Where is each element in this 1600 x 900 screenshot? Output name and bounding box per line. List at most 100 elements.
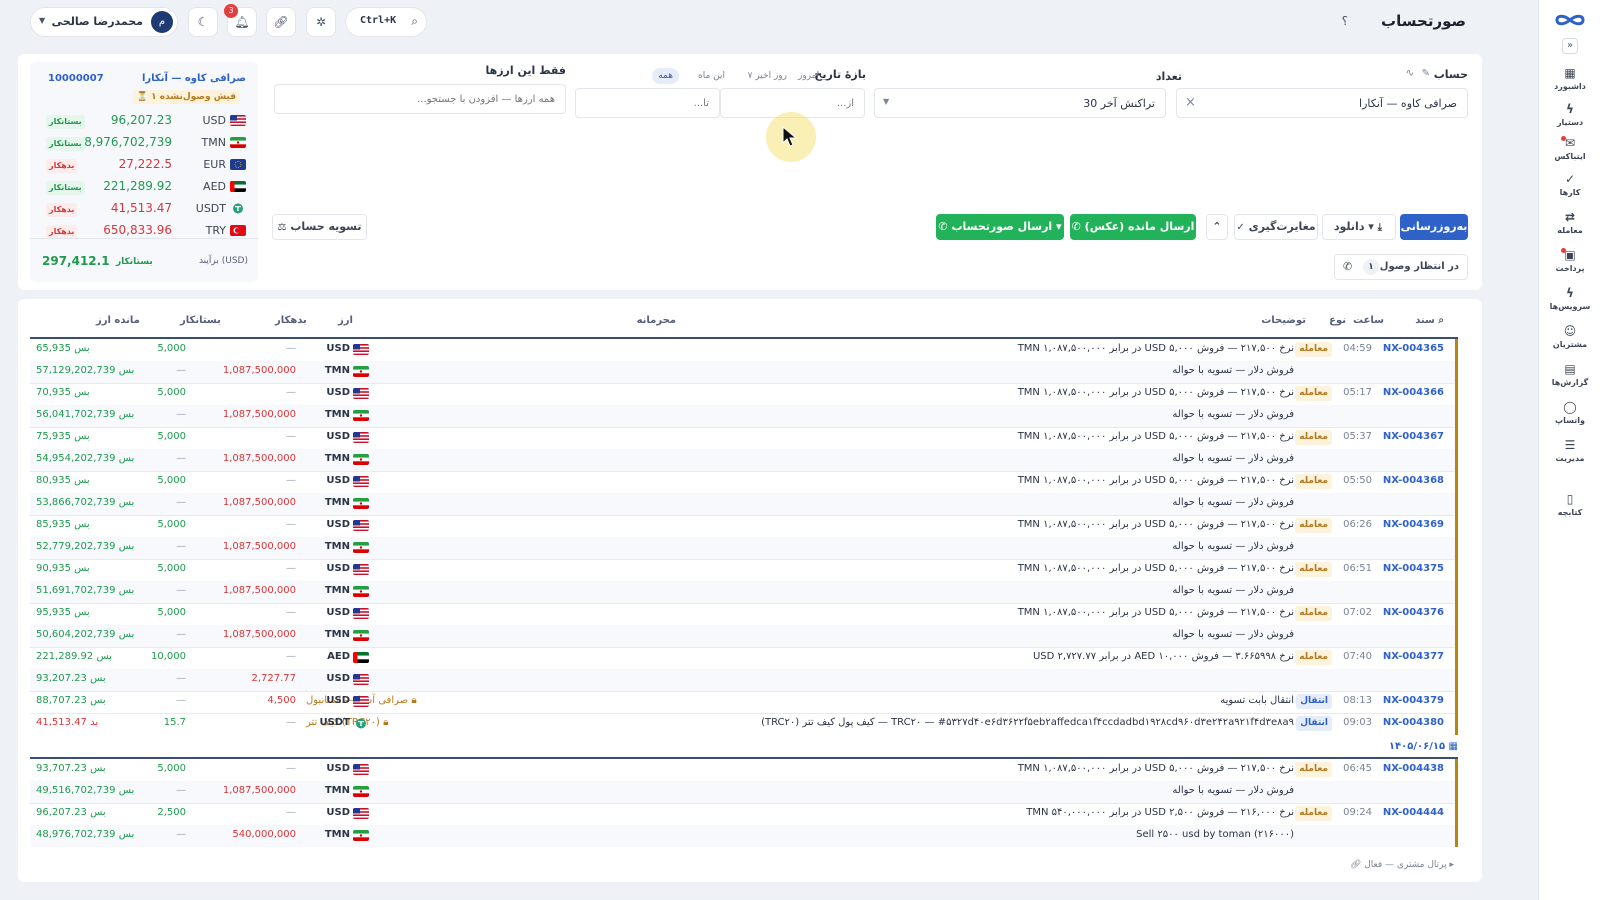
table-row[interactable]: NX-004376 07:02 معامله نرخ ۲۱۷,۵۰۰ — فروش ۵… [30,603,1458,625]
table-row[interactable]: فروش دلار — تسویه با حواله TMN 1,087,500,0… [30,781,1458,803]
table-row[interactable]: NX-004380 09:03 انتقال TRC۲۰ — #۵۳۲۷d۴۰e۶d۳… [30,713,1458,735]
table-row[interactable]: Sell ۲۵۰۰ usd by toman (۲۱۶۰۰۰) TMN 540,00… [30,825,1458,847]
date-chip-all[interactable]: همه [652,68,679,84]
table-row[interactable]: NX-004375 06:51 معامله نرخ ۲۱۷,۵۰۰ — فروش ۵… [30,559,1458,581]
nav-item-2[interactable]: ✉ ایتباکس [1539,136,1600,161]
nav-item-7[interactable]: ☺ مشتریان [1539,324,1600,349]
col-balance[interactable]: مانده ارز [96,315,140,326]
download-button[interactable]: دانلود ▾ ⤓ [1322,214,1396,240]
account-select[interactable]: صرافی کاوه — آنکارا × [1176,88,1468,118]
table-row[interactable]: NX-004379 08:13 انتقال انتقال بابت تسویه صرا… [30,691,1458,713]
doc-link[interactable]: NX-004376 [1383,607,1444,618]
col-credit[interactable]: بستانکار [180,315,221,326]
doc-link[interactable]: NX-004444 [1383,807,1444,818]
link-icon[interactable]: 🔗︎ [266,7,296,37]
row-description: نرخ ۲۱۷,۵۰۰ — فروش ۵,۰۰۰ USD در برابر ۱,… [1017,519,1294,530]
doc-link[interactable]: NX-004365 [1383,343,1444,354]
clear-icon[interactable]: × [1185,95,1196,110]
user-menu[interactable]: ▼ محمدرضا صالحی م [30,7,178,37]
doc-link[interactable]: NX-004369 [1383,519,1444,530]
table-row[interactable]: NX-004444 09:24 معامله نرخ ۲۱۶,۰۰۰ — فروش ۲… [30,803,1458,825]
notification-count-badge: 3 [224,4,238,18]
table-row[interactable]: NX-004377 07:40 معامله نرخ ۳.۶۶۵۹۹۸ — فروش … [30,647,1458,669]
bug-report-icon[interactable]: ✲ [306,7,336,37]
nav-item-6[interactable]: ϟ سرویس‌ها [1539,286,1600,311]
doc-link[interactable]: NX-004377 [1383,651,1444,662]
col-time[interactable]: ساعت [1353,315,1384,326]
date-chip-7days[interactable]: ۷ روز اخیر [742,68,793,84]
table-row[interactable]: فروش دلار — تسویه با حواله TMN 1,087,500,0… [30,537,1458,559]
notifications-button[interactable]: 🔔︎ 3 [224,4,257,37]
collapse-actions-icon[interactable]: ⌃ [1206,214,1228,240]
nav-item-11[interactable]: ▯ کتابچه [1539,492,1600,517]
nav-item-1[interactable]: ϟ دستیار [1539,102,1600,127]
balance-account-name[interactable]: صرافی کاوه — آنکارا [142,73,246,84]
table-row[interactable]: فروش دلار — تسویه با حواله TMN 1,087,500,0… [30,493,1458,515]
currencies-search-field[interactable] [275,85,565,113]
row-balance: بس 65,935 [36,343,90,354]
doc-link[interactable]: NX-004366 [1383,387,1444,398]
doc-link[interactable]: NX-004368 [1383,475,1444,486]
nav-item-10[interactable]: ☰ مدیریت [1539,438,1600,463]
table-row[interactable]: NX-004365 04:59 معامله نرخ ۲۱۷,۵۰۰ — فروش ۵… [30,339,1458,361]
table-row[interactable]: فروش دلار — تسویه با حواله TMN 1,087,500,0… [30,625,1458,647]
row-balance: بس 53,866,702,739 [36,497,135,508]
table-row[interactable]: NX-004368 05:50 معامله نرخ ۲۱۷,۵۰۰ — فروش ۵… [30,471,1458,493]
settle-account-button[interactable]: ⚖ تسویه حساب [272,214,367,240]
col-confidential[interactable]: محرمانه [637,315,676,326]
doc-link[interactable]: NX-004379 [1383,695,1444,706]
date-to-input[interactable] [575,88,720,118]
doc-link[interactable]: NX-004438 [1383,763,1444,774]
edit-icon[interactable]: ✎ [1422,68,1430,79]
doc-link[interactable]: NX-004375 [1383,563,1444,574]
table-row[interactable]: NX-004369 06:26 معامله نرخ ۲۱۷,۵۰۰ — فروش ۵… [30,515,1458,537]
row-currency: USD [326,807,350,818]
row-debit: — [286,607,296,618]
date-chip-today[interactable]: امروز [792,68,825,84]
table-row[interactable]: NX-004438 06:45 معامله نرخ ۲۱۷,۵۰۰ — فروش ۵… [30,759,1458,781]
hourglass-icon: ⏳ [136,92,148,102]
flag-tmn-icon [353,786,369,797]
nav-item-0[interactable]: ▦ داشبورد [1539,66,1600,91]
count-select[interactable]: 30 تراکنش آخر ▼ [874,88,1166,118]
table-row[interactable]: فروش دلار — تسویه با حواله TMN 1,087,500,0… [30,405,1458,427]
flash-icon: ϟ [1566,286,1574,300]
row-description: فروش دلار — تسویه با حواله [1172,541,1294,552]
nav-item-4[interactable]: ⇄ معامله [1539,210,1600,235]
send-statement-button[interactable]: ✆ ارسال صورتحساب ▾ [936,214,1064,240]
dark-mode-icon[interactable]: ☾ [188,7,218,37]
nav-item-3[interactable]: ✓ کارها [1539,172,1600,197]
activity-icon[interactable]: ∿ [1406,68,1414,79]
date-to-field[interactable] [576,89,719,117]
col-type[interactable]: نوع [1329,315,1346,326]
col-debit[interactable]: بدهکار [275,315,307,326]
table-row[interactable]: فروش دلار — تسویه با حواله TMN 1,087,500,0… [30,449,1458,471]
reconcile-button[interactable]: ✓ مغایرت‌گیری [1234,214,1318,240]
balance-amount: 650,833.96 [103,223,172,237]
nav-item-9[interactable]: ◯ واتساپ [1539,400,1600,425]
refresh-button[interactable]: به‌روزرسانی [1400,214,1468,240]
row-debit: — [286,519,296,530]
table-row[interactable]: NX-004367 05:37 معامله نرخ ۲۱۷,۵۰۰ — فروش ۵… [30,427,1458,449]
row-divider [30,713,1458,714]
doc-link[interactable]: NX-004380 [1383,717,1444,728]
date-chip-month[interactable]: این ماه [692,68,731,84]
currencies-input[interactable] [274,84,566,114]
send-balance-button[interactable]: ✆ ارسال مانده (عکس) [1070,214,1196,240]
table-row[interactable]: USD 2,727.77 — بس 93,207.23 [30,669,1458,691]
help-icon[interactable]: ؟ [1342,14,1348,28]
table-row[interactable]: فروش دلار — تسویه با حواله TMN 1,087,500,0… [30,361,1458,383]
table-row[interactable]: NX-004366 05:17 معامله نرخ ۲۱۷,۵۰۰ — فروش ۵… [30,383,1458,405]
command-search-button[interactable]: Ctrl+K ⌕ [345,7,427,37]
doc-link[interactable]: NX-004367 [1383,431,1444,442]
col-doc[interactable]: سند ⌕ [1415,315,1444,326]
collapse-sidebar-icon[interactable]: » [1562,38,1578,54]
table-row[interactable]: فروش دلار — تسویه با حواله TMN 1,087,500,0… [30,581,1458,603]
col-currency[interactable]: ارز [338,315,353,326]
nav-item-8[interactable]: ▤ گزارش‌ها [1539,362,1600,387]
pending-receipts-button[interactable]: در انتظار وصول ۱ ✆ [1334,254,1468,280]
nav-item-5[interactable]: ▣ پرداخت [1539,248,1600,273]
calendar-icon: ▦ [1448,741,1458,752]
col-description[interactable]: توضیحات [1261,315,1306,326]
customer-portal-status[interactable]: 🔗︎ پرتال مشتری — فعال ▸ [1350,860,1454,870]
